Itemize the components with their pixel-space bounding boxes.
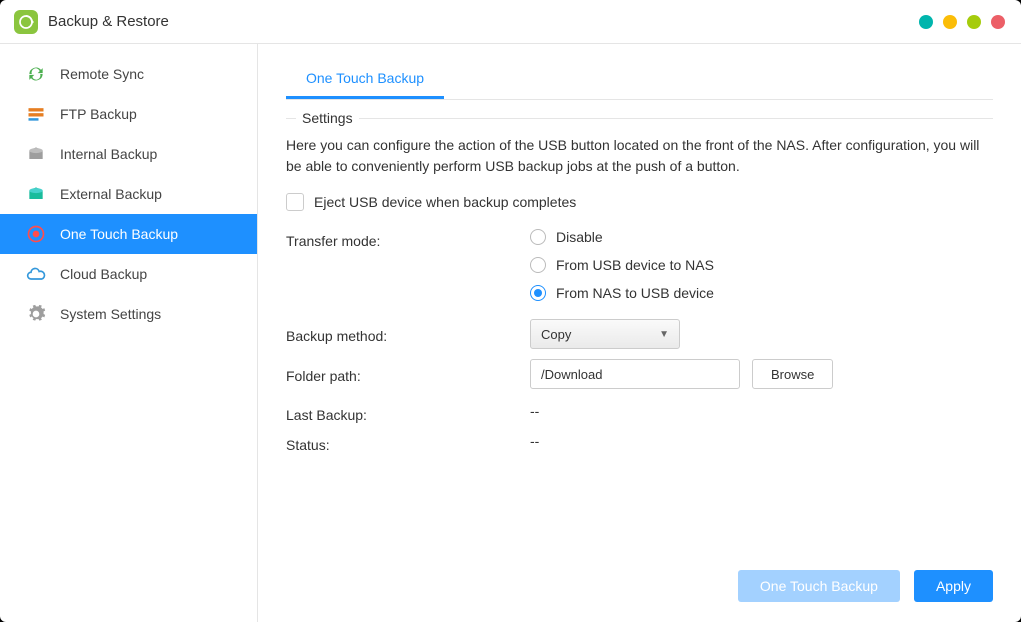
- sync-icon: [26, 64, 46, 84]
- sidebar-item-one-touch-backup[interactable]: One Touch Backup: [0, 214, 257, 254]
- one-touch-icon: [26, 224, 46, 244]
- sidebar-item-label: One Touch Backup: [60, 226, 178, 242]
- maximize-button[interactable]: [967, 15, 981, 29]
- folder-path-label: Folder path:: [286, 364, 530, 384]
- internal-disk-icon: [26, 144, 46, 164]
- eject-checkbox-row: Eject USB device when backup completes: [286, 193, 993, 211]
- sidebar-item-internal-backup[interactable]: Internal Backup: [0, 134, 257, 174]
- sidebar-item-ftp-backup[interactable]: FTP Backup: [0, 94, 257, 134]
- sidebar-item-label: External Backup: [60, 186, 162, 202]
- backup-method-row: Backup method: Copy ▼: [286, 319, 993, 349]
- ftp-icon: [26, 104, 46, 124]
- one-touch-backup-button[interactable]: One Touch Backup: [738, 570, 900, 602]
- sidebar-item-external-backup[interactable]: External Backup: [0, 174, 257, 214]
- app-icon: [14, 10, 38, 34]
- external-disk-icon: [26, 184, 46, 204]
- last-backup-label: Last Backup:: [286, 403, 530, 423]
- sidebar-item-label: Cloud Backup: [60, 266, 147, 282]
- radio-input-nas-to-usb[interactable]: [530, 285, 546, 301]
- app-body: Remote Sync FTP Backup: [0, 44, 1021, 622]
- backup-method-label: Backup method:: [286, 324, 530, 344]
- titlebar: Backup & Restore: [0, 0, 1021, 44]
- cloud-icon: [26, 264, 46, 284]
- sidebar-item-label: System Settings: [60, 306, 161, 322]
- sidebar: Remote Sync FTP Backup: [0, 44, 258, 622]
- transfer-mode-row: Transfer mode: Disable From USB device t…: [286, 229, 993, 301]
- status-row: Status: --: [286, 433, 993, 453]
- radio-label: Disable: [556, 229, 603, 245]
- radio-usb-to-nas[interactable]: From USB device to NAS: [530, 257, 993, 273]
- window-button-yellow[interactable]: [943, 15, 957, 29]
- radio-input-usb-to-nas[interactable]: [530, 257, 546, 273]
- app-title: Backup & Restore: [48, 13, 169, 30]
- apply-button[interactable]: Apply: [914, 570, 993, 602]
- footer-buttons: One Touch Backup Apply: [738, 570, 993, 602]
- transfer-mode-label: Transfer mode:: [286, 229, 530, 249]
- chevron-down-icon: ▼: [659, 329, 669, 340]
- settings-fieldset: Settings Here you can configure the acti…: [286, 118, 993, 459]
- minimize-button[interactable]: [919, 15, 933, 29]
- eject-checkbox[interactable]: [286, 193, 304, 211]
- window-controls: [919, 15, 1005, 29]
- last-backup-value: --: [530, 403, 993, 419]
- select-value: Copy: [541, 327, 571, 342]
- main-panel: One Touch Backup Settings Here you can c…: [258, 44, 1021, 622]
- gear-icon: [26, 304, 46, 324]
- eject-label: Eject USB device when backup completes: [314, 194, 576, 210]
- status-label: Status:: [286, 433, 530, 453]
- settings-description: Here you can configure the action of the…: [286, 135, 993, 177]
- radio-label: From USB device to NAS: [556, 257, 714, 273]
- tab-bar: One Touch Backup: [286, 60, 993, 100]
- backup-method-select[interactable]: Copy ▼: [530, 319, 680, 349]
- close-button[interactable]: [991, 15, 1005, 29]
- sidebar-item-label: Internal Backup: [60, 146, 157, 162]
- last-backup-row: Last Backup: --: [286, 403, 993, 423]
- radio-disable[interactable]: Disable: [530, 229, 993, 245]
- browse-button[interactable]: Browse: [752, 359, 833, 389]
- status-value: --: [530, 433, 993, 449]
- settings-legend: Settings: [296, 110, 359, 126]
- sidebar-item-system-settings[interactable]: System Settings: [0, 294, 257, 334]
- app-window: Backup & Restore Remote Sync: [0, 0, 1021, 622]
- transfer-radio-group: Disable From USB device to NAS From NAS …: [530, 229, 993, 301]
- sidebar-item-cloud-backup[interactable]: Cloud Backup: [0, 254, 257, 294]
- tab-one-touch-backup[interactable]: One Touch Backup: [286, 60, 444, 99]
- radio-label: From NAS to USB device: [556, 285, 714, 301]
- folder-path-input[interactable]: [530, 359, 740, 389]
- folder-path-row: Folder path: Browse: [286, 359, 993, 389]
- sidebar-item-label: FTP Backup: [60, 106, 137, 122]
- sidebar-item-label: Remote Sync: [60, 66, 144, 82]
- radio-input-disable[interactable]: [530, 229, 546, 245]
- radio-nas-to-usb[interactable]: From NAS to USB device: [530, 285, 993, 301]
- sidebar-item-remote-sync[interactable]: Remote Sync: [0, 54, 257, 94]
